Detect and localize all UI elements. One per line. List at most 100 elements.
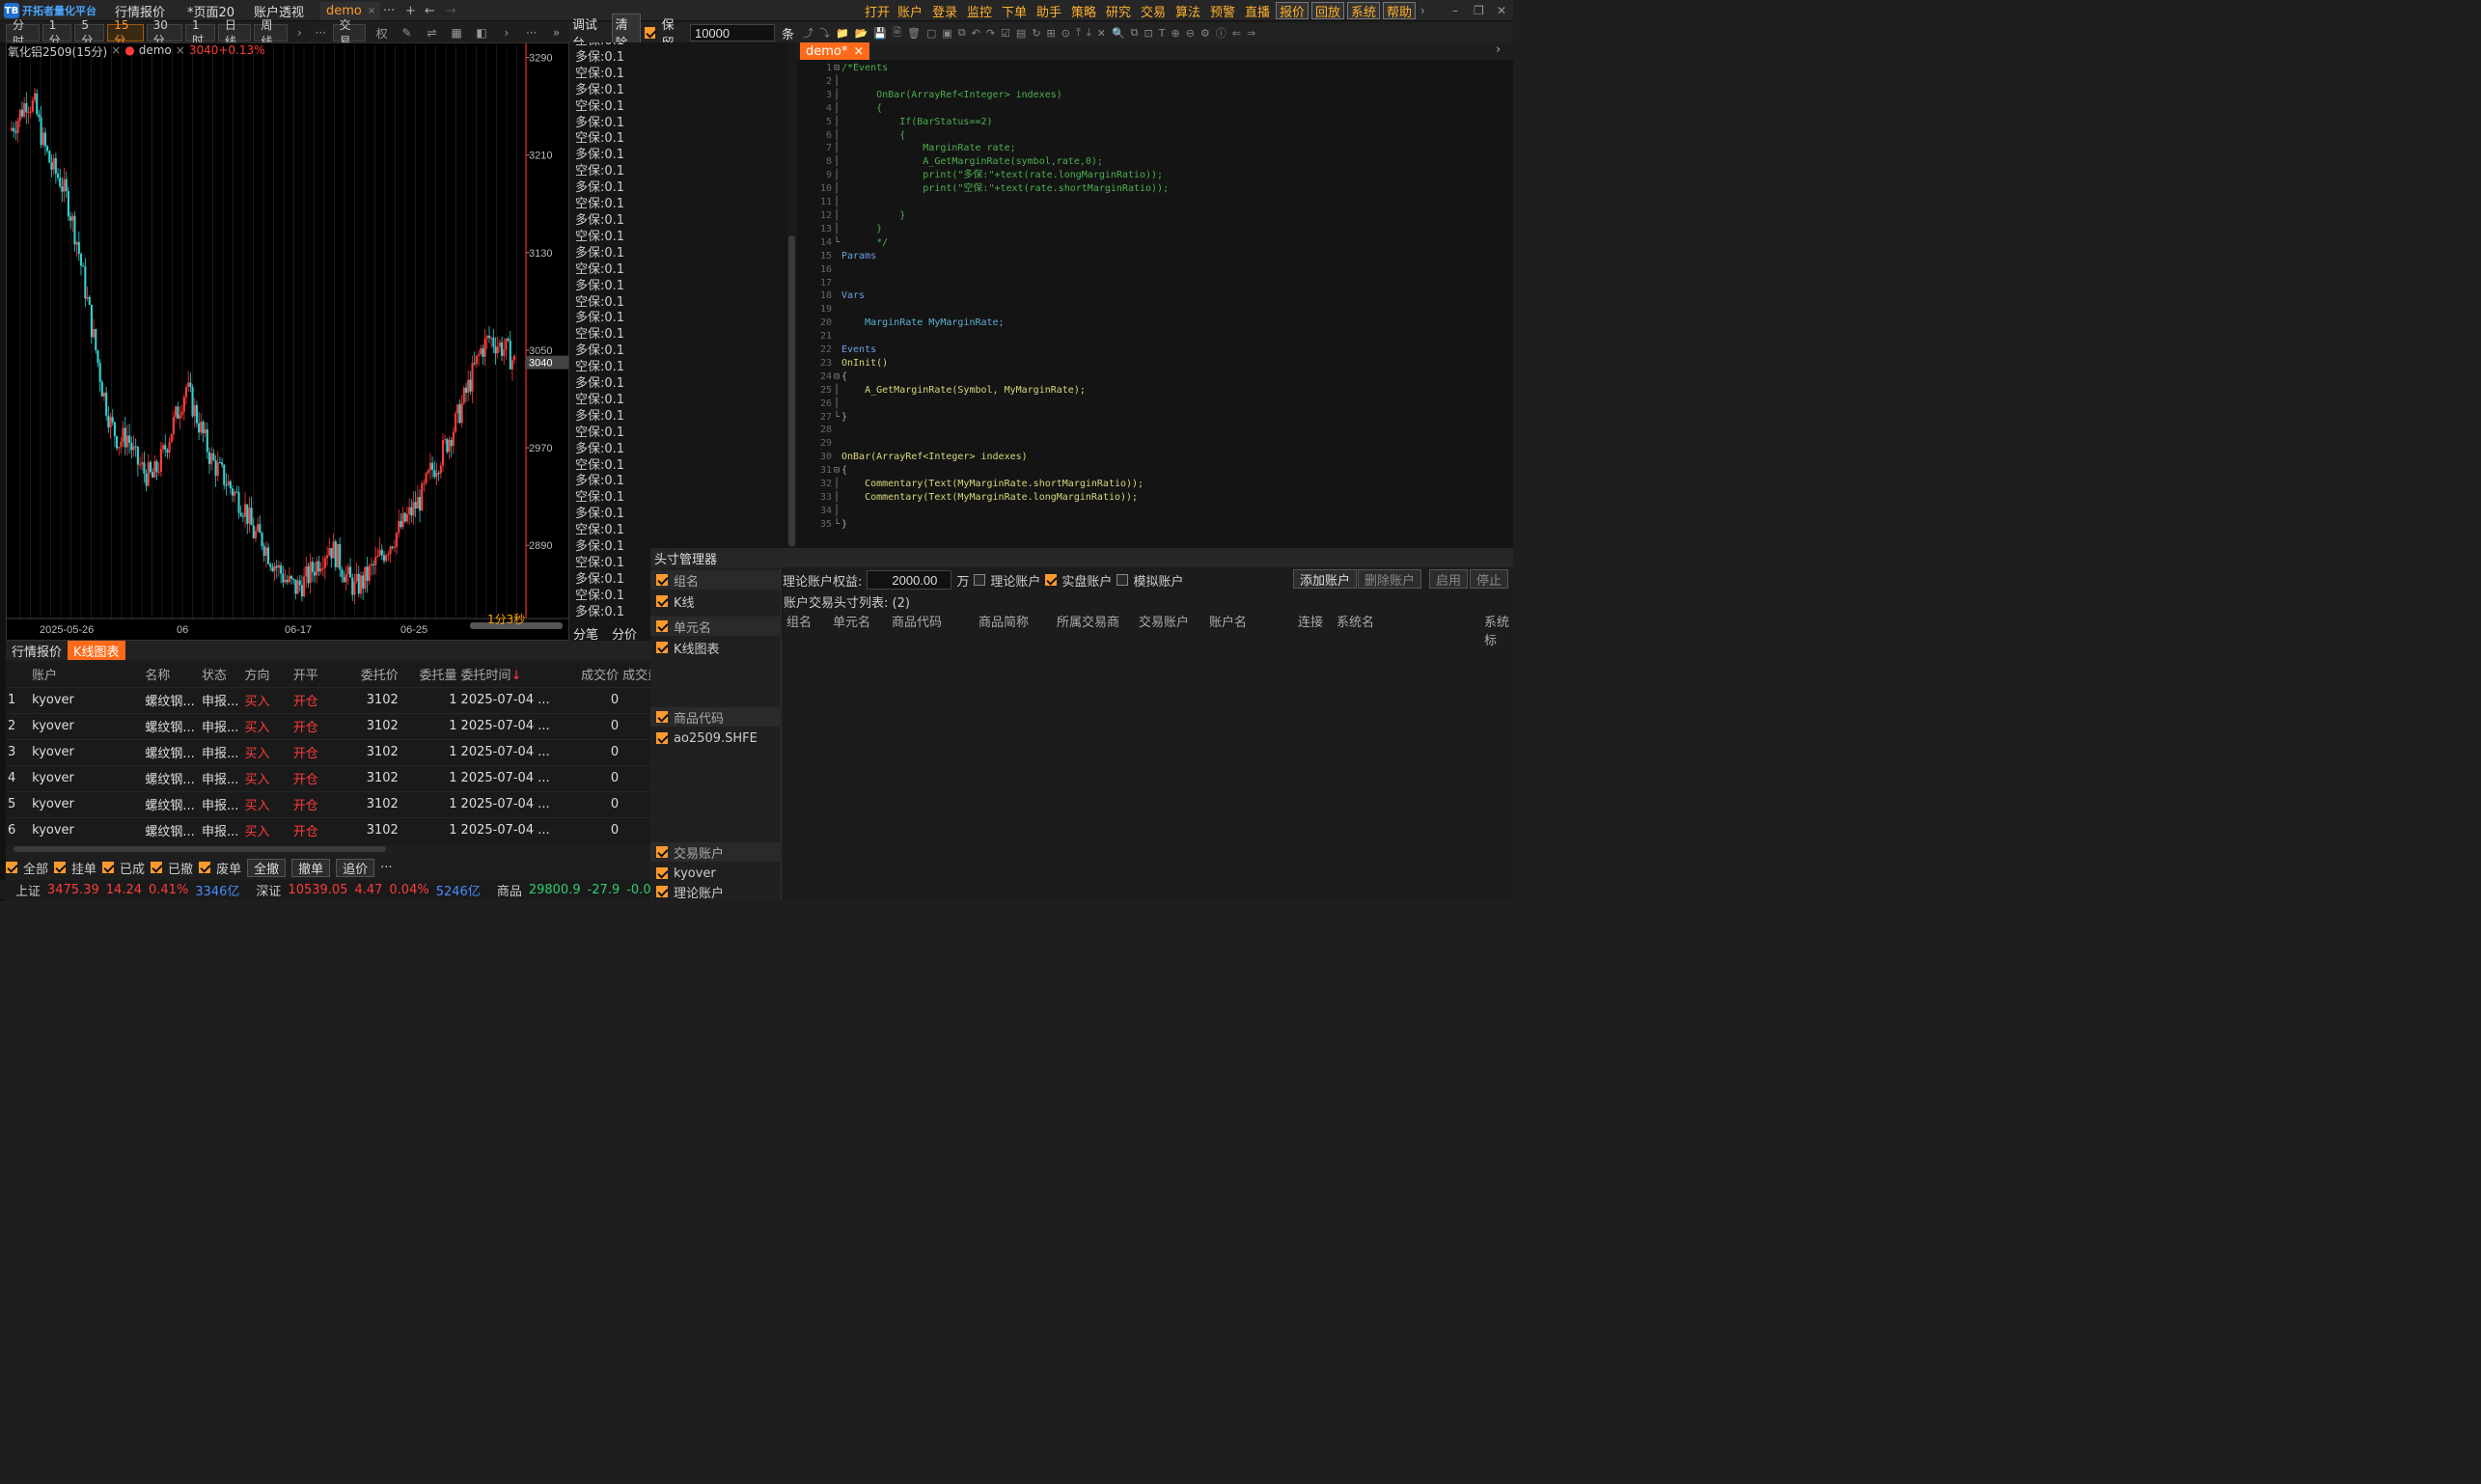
- real-account-checkbox[interactable]: [1045, 574, 1058, 586]
- table-row[interactable]: 6 kyover 螺纹钢... 申报... 买入 开仓 3102 1 2025-07-04 ..…: [6, 816, 650, 843]
- item-checkbox[interactable]: [656, 595, 668, 607]
- editor-tool-icon[interactable]: ⤵: [819, 25, 830, 41]
- chart-tool-icon[interactable]: 权: [372, 25, 391, 41]
- account-column-header[interactable]: 商品简称: [979, 612, 1029, 630]
- menu-8[interactable]: 交易: [1141, 2, 1166, 20]
- chart-tool-icon[interactable]: ⇌: [423, 26, 441, 40]
- group-header[interactable]: 组名: [650, 570, 782, 590]
- editor-tool-icon[interactable]: ☑: [1001, 27, 1010, 40]
- column-header[interactable]: 成交量: [620, 662, 650, 687]
- menu-boxed-0[interactable]: 报价: [1276, 2, 1309, 20]
- menu-1[interactable]: 账户: [897, 2, 923, 20]
- theory-account-checkbox[interactable]: [974, 574, 986, 586]
- group-header[interactable]: 商品代码: [650, 707, 782, 727]
- menu-boxed-1[interactable]: 回放: [1311, 2, 1345, 20]
- filter-checkbox[interactable]: [6, 862, 17, 873]
- group-item[interactable]: kyover: [650, 864, 782, 883]
- filter-checkbox[interactable]: [151, 862, 163, 873]
- group-checkbox[interactable]: [656, 846, 668, 858]
- chart-tool-icon[interactable]: ···: [522, 26, 540, 40]
- account-column-header[interactable]: 所属交易商: [1057, 612, 1119, 630]
- column-header[interactable]: 方向: [242, 662, 290, 687]
- period-more-icon[interactable]: ›: [290, 26, 309, 40]
- column-header[interactable]: 名称: [143, 662, 200, 687]
- menu-9[interactable]: 算法: [1175, 2, 1200, 20]
- menu-boxed-2[interactable]: 系统: [1347, 2, 1381, 20]
- group-checkbox[interactable]: [656, 620, 668, 632]
- filter-more-icon[interactable]: ···: [380, 861, 392, 875]
- menu-0[interactable]: 打开: [865, 2, 890, 20]
- chart-tool-icon[interactable]: ›: [497, 26, 515, 40]
- menu-5[interactable]: 助手: [1036, 2, 1061, 20]
- period-button[interactable]: 5分: [74, 18, 105, 47]
- restore-icon[interactable]: ❐: [1474, 2, 1484, 19]
- editor-tool-icon[interactable]: ↻: [1032, 27, 1040, 40]
- editor-tool-icon[interactable]: ⊙: [1061, 27, 1070, 40]
- column-header[interactable]: 委托时间↓: [459, 662, 561, 687]
- tab-kline[interactable]: K线图表: [68, 641, 125, 660]
- group-checkbox[interactable]: [656, 711, 668, 723]
- stop-button[interactable]: 停止: [1470, 569, 1509, 589]
- item-checkbox[interactable]: [656, 732, 668, 744]
- editor-tool-icon[interactable]: ⚙: [1200, 27, 1210, 40]
- period-button[interactable]: 日线: [217, 18, 252, 48]
- chart-tool-icon[interactable]: ✎: [398, 26, 416, 40]
- editor-tool-icon[interactable]: ⊕: [1171, 27, 1179, 40]
- menu-7[interactable]: 研究: [1106, 2, 1131, 20]
- editor-tool-icon[interactable]: ↶: [972, 27, 980, 40]
- order-action-button[interactable]: 追价: [336, 858, 375, 877]
- account-column-header[interactable]: 系统标: [1484, 612, 1513, 648]
- period-ellipsis-icon[interactable]: ···: [312, 26, 330, 40]
- column-header[interactable]: 委托量: [400, 662, 459, 687]
- delete-account-button[interactable]: 删除账户: [1358, 569, 1422, 589]
- account-column-header[interactable]: 组名: [786, 612, 812, 630]
- filter-checkbox[interactable]: [54, 862, 67, 873]
- account-column-header[interactable]: 连接: [1298, 612, 1323, 630]
- editor-tool-icon[interactable]: 💾: [873, 27, 887, 40]
- chart-tool-icon[interactable]: ▦: [448, 26, 466, 40]
- editor-tool-icon[interactable]: ▣: [942, 27, 951, 40]
- editor-tool-icon[interactable]: ↷: [986, 27, 995, 40]
- period-button[interactable]: 30分: [146, 18, 182, 47]
- tab-close-icon[interactable]: ×: [368, 6, 375, 16]
- column-header[interactable]: 状态: [200, 662, 242, 687]
- period-button[interactable]: 1分: [41, 18, 72, 47]
- tab-quotes[interactable]: 行情报价: [6, 641, 68, 660]
- editor-tool-icon[interactable]: 📁: [836, 27, 849, 40]
- editor-tool-icon[interactable]: ⊡: [1144, 27, 1153, 40]
- filter-checkbox[interactable]: [199, 862, 211, 873]
- strategy-close-icon[interactable]: ×: [176, 43, 185, 57]
- editor-tool-icon[interactable]: 🔍: [1112, 27, 1125, 40]
- menu-6[interactable]: 策略: [1071, 2, 1096, 20]
- editor-tab-demo[interactable]: demo* ×: [800, 42, 870, 60]
- column-header[interactable]: 委托价: [340, 662, 400, 687]
- group-item[interactable]: K线图表: [650, 638, 782, 657]
- group-item[interactable]: ao2509.SHFE: [650, 728, 782, 748]
- table-row[interactable]: 5 kyover 螺纹钢... 申报... 买入 开仓 3102 1 2025-07-04 ..…: [6, 790, 650, 817]
- table-row[interactable]: 4 kyover 螺纹钢... 申报... 买入 开仓 3102 1 2025-07-04 ..…: [6, 764, 650, 791]
- equity-input[interactable]: [867, 570, 952, 590]
- close-window-icon[interactable]: ✕: [1497, 2, 1506, 19]
- tab-more-icon[interactable]: ···: [383, 2, 395, 19]
- account-column-header[interactable]: 账户名: [1209, 612, 1247, 630]
- item-checkbox[interactable]: [656, 886, 668, 897]
- add-tab-icon[interactable]: +: [405, 2, 416, 19]
- account-column-header[interactable]: 单元名: [833, 612, 870, 630]
- account-column-header[interactable]: 系统名: [1337, 612, 1374, 630]
- group-item[interactable]: 理论账户: [650, 882, 782, 901]
- editor-tool-icon[interactable]: ⇐: [1232, 27, 1241, 40]
- editor-tool-icon[interactable]: 🗑: [907, 27, 921, 40]
- period-button[interactable]: 分时: [6, 18, 40, 48]
- period-button[interactable]: 15分: [107, 18, 144, 47]
- editor-tool-icon[interactable]: ⇒: [1247, 27, 1255, 40]
- editor-tool-icon[interactable]: ✕: [1097, 27, 1106, 40]
- column-header[interactable]: 开平: [291, 662, 340, 687]
- order-action-button[interactable]: 全撤: [247, 858, 287, 877]
- editor-tool-icon[interactable]: 📂: [855, 27, 868, 40]
- trade-button[interactable]: 交易: [332, 18, 367, 48]
- editor-tool-icon[interactable]: ⤒: [1076, 26, 1081, 40]
- table-row[interactable]: 3 kyover 螺纹钢... 申报... 买入 开仓 3102 1 2025-07-04 ..…: [6, 738, 650, 765]
- item-checkbox[interactable]: [656, 867, 668, 879]
- editor-tool-icon[interactable]: ▤: [1016, 27, 1026, 40]
- filter-checkbox[interactable]: [102, 862, 115, 873]
